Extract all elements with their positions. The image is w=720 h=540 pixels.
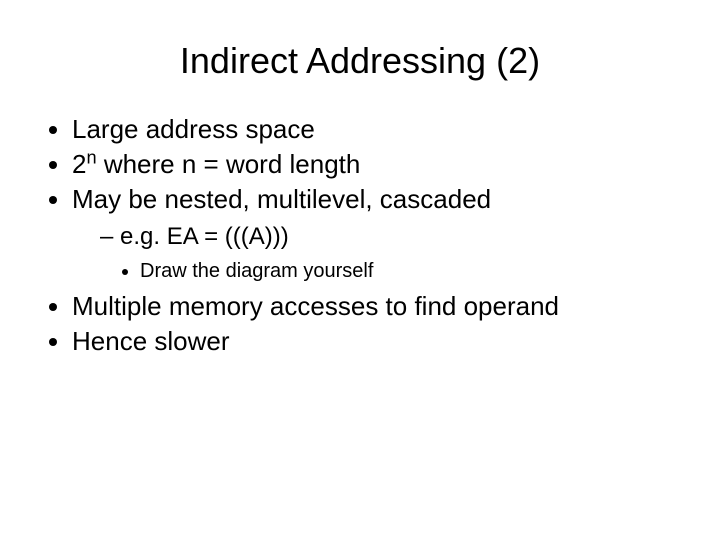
bullet-item: May be nested, multilevel, cascaded e.g.… [72,182,690,284]
sub-bullet-item: e.g. EA = (((A))) Draw the diagram yours… [100,221,690,284]
sub-sub-bullet-item: Draw the diagram yourself [140,258,690,285]
bullet-item: 2n where n = word length [72,147,690,182]
slide-title: Indirect Addressing (2) [30,40,690,82]
slide: Indirect Addressing (2) Large address sp… [0,0,720,540]
superscript: n [86,147,96,167]
bullet-text: where n = word length [97,149,361,179]
bullet-text: 2 [72,149,86,179]
bullet-item: Hence slower [72,324,690,359]
bullet-list: Large address space 2n where n = word le… [30,112,690,359]
sub-sub-bullet-list: Draw the diagram yourself [100,258,690,285]
bullet-item: Large address space [72,112,690,147]
bullet-item: Multiple memory accesses to find operand [72,289,690,324]
sub-bullet-list: e.g. EA = (((A))) Draw the diagram yours… [72,221,690,284]
sub-bullet-text: e.g. EA = (((A))) [120,223,289,250]
bullet-text: May be nested, multilevel, cascaded [72,184,491,214]
